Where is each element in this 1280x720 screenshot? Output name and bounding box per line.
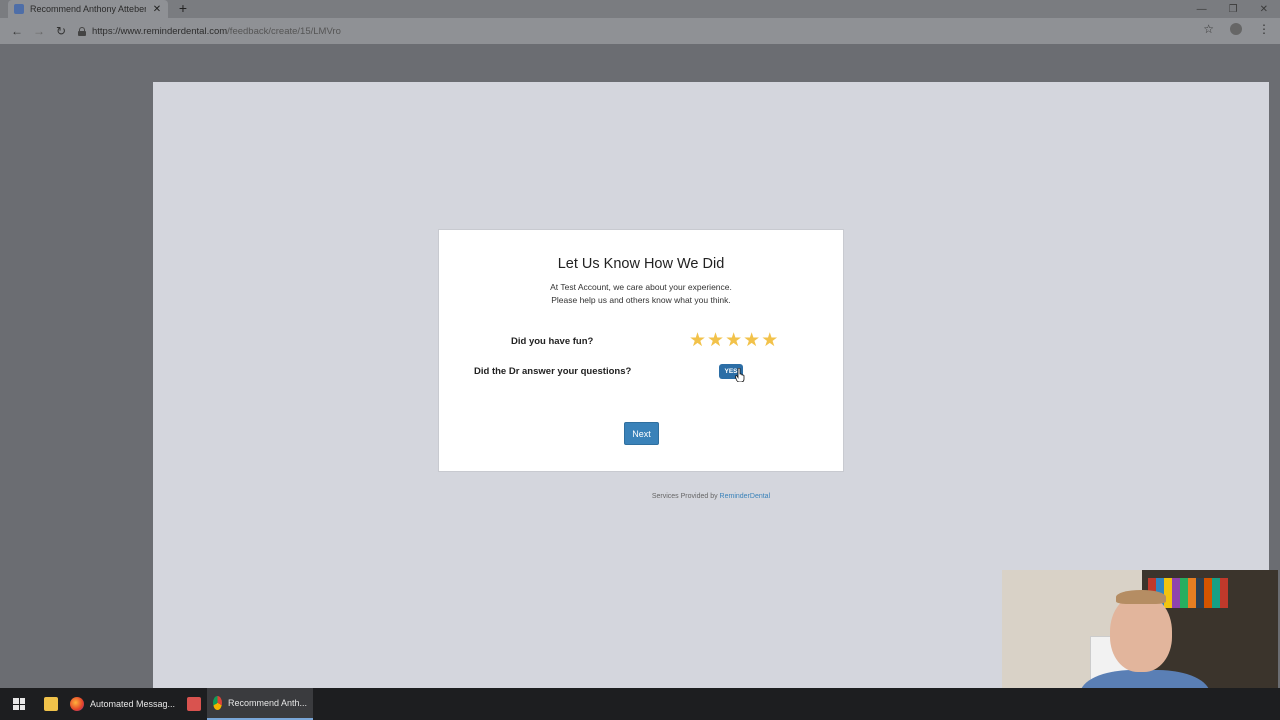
toolbar-actions: ☆ ⋮ [1203,22,1270,36]
page-title: Let Us Know How We Did [557,256,725,272]
tab-close-icon[interactable]: ✕ [152,4,162,15]
bookmark-star-icon[interactable]: ☆ [1203,22,1214,36]
intro-text: At Test Account, we care about your expe… [439,281,843,307]
hand-cursor-icon [735,368,745,382]
taskbar-chrome-label: Recommend Anth... [228,698,308,708]
footer-prefix: Services Provided by [651,493,720,500]
minimize-icon[interactable]: — [1197,4,1207,15]
window-controls: — ❐ ✕ [1197,0,1268,18]
browser-tab-bar: Recommend Anthony Attebery D ✕ + — ❐ ✕ [0,0,1280,18]
menu-kebab-icon[interactable]: ⋮ [1258,23,1270,35]
reminderdental-link[interactable]: ReminderDental [720,493,771,500]
services-footer: Services Provided by ReminderDental [153,493,1269,500]
app-icon [187,697,202,711]
star-icon-2[interactable]: ★ [707,331,724,351]
tab-title: Recommend Anthony Attebery D [30,4,146,14]
address-bar[interactable]: https://www.reminderdental.com/feedback/… [78,22,1218,40]
intro-line-1: At Test Account, we care about your expe… [550,282,732,292]
start-button[interactable] [0,688,38,720]
forward-icon[interactable]: → [28,24,50,38]
webcam-person-hair [1116,590,1166,604]
star-icon-4[interactable]: ★ [743,331,760,351]
question-dr-answer-label: Did the Dr answer your questions? [474,366,632,377]
feedback-card: Let Us Know How We Did At Test Account, … [438,229,844,472]
new-tab-button[interactable]: + [176,1,190,15]
chrome-icon [213,696,222,710]
star-icon-1[interactable]: ★ [689,331,706,351]
star-icon-5[interactable]: ★ [761,331,778,351]
restore-icon[interactable]: ❐ [1229,4,1238,15]
back-icon[interactable]: ← [6,24,28,38]
folder-icon [44,697,58,711]
profile-avatar-icon[interactable] [1230,23,1242,35]
question-fun-label: Did you have fun? [511,336,594,347]
taskbar-firefox-label: Automated Messag... [90,699,176,709]
taskbar: Automated Messag... Recommend Anth... [0,688,1280,720]
browser-tab[interactable]: Recommend Anthony Attebery D ✕ [8,0,168,18]
firefox-icon [70,697,84,711]
favicon-icon [14,4,24,14]
browser-toolbar: ← → ↻ https://www.reminderdental.com/fee… [0,18,1280,44]
close-window-icon[interactable]: ✕ [1260,4,1268,15]
taskbar-file-explorer[interactable] [38,688,64,720]
url-text: https://www.reminderdental.com/feedback/… [92,25,341,37]
taskbar-firefox[interactable]: Automated Messag... [64,688,181,720]
webcam-person-head [1110,594,1172,672]
intro-line-2: Please help us and others know what you … [551,295,731,305]
star-icon-3[interactable]: ★ [725,331,742,351]
taskbar-app[interactable] [181,688,207,720]
lock-icon [78,26,86,36]
windows-logo-icon [13,698,25,710]
star-rating[interactable]: ★ ★ ★ ★ ★ [689,331,778,351]
taskbar-chrome[interactable]: Recommend Anth... [207,688,314,720]
reload-icon[interactable]: ↻ [50,24,72,38]
next-button[interactable]: Next [624,422,659,445]
